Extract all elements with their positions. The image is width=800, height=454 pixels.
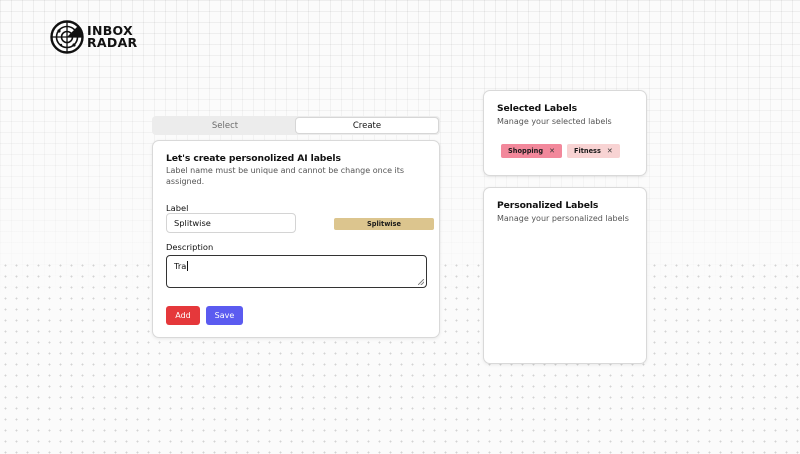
close-icon[interactable]: ✕: [607, 147, 613, 155]
create-card-subtitle: Label name must be unique and cannot be …: [166, 166, 405, 186]
label-name-input[interactable]: Splitwise: [166, 213, 296, 233]
description-textarea[interactable]: Tra: [166, 255, 427, 288]
personalized-labels-subtitle: Manage your personalized labels: [497, 214, 629, 223]
resize-handle[interactable]: [418, 279, 424, 285]
chip-text: Fitness: [573, 147, 601, 155]
selected-labels-subtitle: Manage your selected labels: [497, 117, 612, 126]
add-button[interactable]: Add: [166, 306, 200, 325]
create-card-title: Let's create personolized AI labels: [166, 153, 341, 164]
label-name-value: Splitwise: [174, 218, 211, 228]
tab-select[interactable]: Select: [154, 118, 296, 133]
label-chip-fitness: Fitness ✕: [566, 144, 620, 158]
description-value: Tra: [174, 261, 187, 271]
label-chip-shopping: Shopping ✕: [501, 144, 562, 158]
label-preview-chip: Splitwise: [334, 218, 434, 230]
selected-chip-row: Shopping ✕ Fitness ✕: [501, 144, 620, 158]
tab-create[interactable]: Create: [296, 118, 438, 133]
radar-icon: [50, 20, 84, 54]
brand-logo[interactable]: INBOX RADAR: [50, 20, 137, 54]
save-button[interactable]: Save: [206, 306, 243, 325]
selected-labels-title: Selected Labels: [497, 103, 578, 114]
personalized-labels-title: Personalized Labels: [497, 200, 599, 211]
text-caret: [187, 261, 189, 271]
label-field-label: Label: [166, 203, 189, 213]
selected-labels-card: Selected Labels Manage your selected lab…: [483, 90, 647, 176]
description-field-label: Description: [166, 242, 214, 252]
mode-tabs: Select Create: [152, 116, 440, 135]
chip-text: Shopping: [508, 147, 544, 155]
close-icon[interactable]: ✕: [549, 147, 555, 155]
brand-name: INBOX RADAR: [87, 24, 138, 50]
personalized-labels-card: Personalized Labels Manage your personal…: [483, 187, 647, 364]
brand-line-2: RADAR: [87, 35, 138, 50]
create-label-card: Let's create personolized AI labels Labe…: [152, 140, 440, 338]
